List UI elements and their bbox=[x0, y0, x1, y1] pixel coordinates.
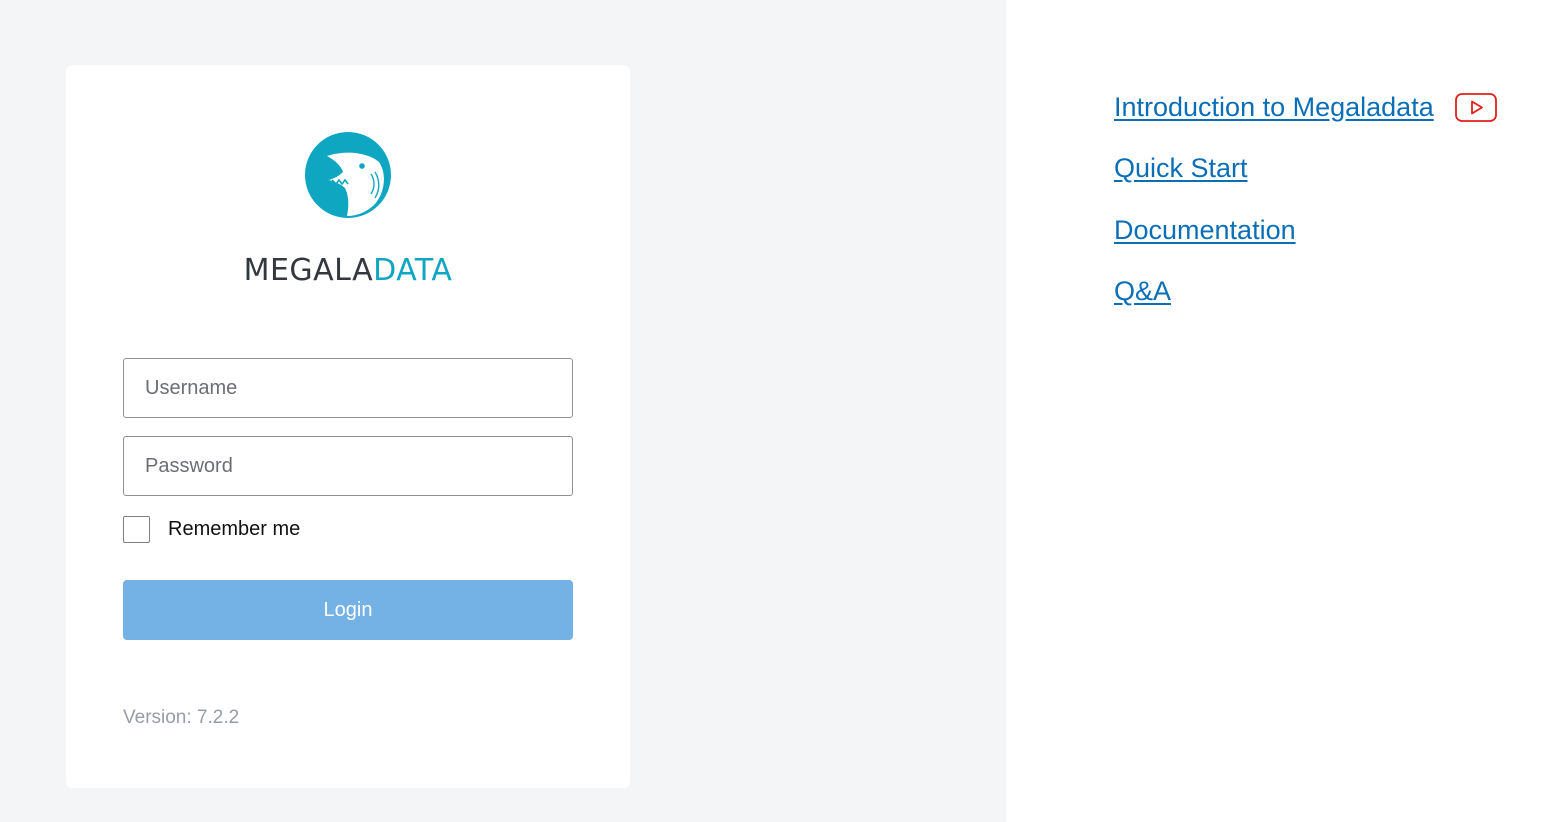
remember-me-label[interactable]: Remember me bbox=[168, 518, 300, 541]
login-button[interactable]: Login bbox=[123, 580, 573, 640]
shark-logo-icon bbox=[305, 132, 391, 218]
introduction-link[interactable]: Introduction to Megaladata bbox=[1114, 92, 1434, 123]
help-link-row-qa: Q&A bbox=[1114, 273, 1497, 311]
quick-start-link[interactable]: Quick Start bbox=[1114, 153, 1248, 184]
brand-name-accent: DATA bbox=[373, 253, 453, 288]
help-link-row-introduction: Introduction to Megaladata bbox=[1114, 88, 1497, 126]
brand-wordmark: MEGALADATA bbox=[66, 253, 630, 289]
help-link-row-quick-start: Quick Start bbox=[1114, 150, 1497, 188]
documentation-link[interactable]: Documentation bbox=[1114, 215, 1296, 246]
help-link-row-documentation: Documentation bbox=[1114, 211, 1497, 249]
qa-link[interactable]: Q&A bbox=[1114, 276, 1171, 307]
brand-name-dark: MEGALA bbox=[243, 253, 374, 288]
remember-me-row: Remember me bbox=[123, 515, 300, 543]
login-card: MEGALADATA Remember me Login Version: 7.… bbox=[66, 65, 630, 788]
version-label: Version: 7.2.2 bbox=[123, 707, 240, 728]
help-links: Introduction to Megaladata Quick Start D… bbox=[1114, 88, 1497, 334]
remember-me-checkbox[interactable] bbox=[123, 515, 150, 543]
help-panel: Introduction to Megaladata Quick Start D… bbox=[1006, 0, 1562, 822]
login-panel: MEGALADATA Remember me Login Version: 7.… bbox=[0, 0, 1006, 822]
username-input[interactable] bbox=[123, 358, 573, 418]
password-input[interactable] bbox=[123, 436, 573, 496]
youtube-play-icon[interactable] bbox=[1454, 92, 1497, 122]
